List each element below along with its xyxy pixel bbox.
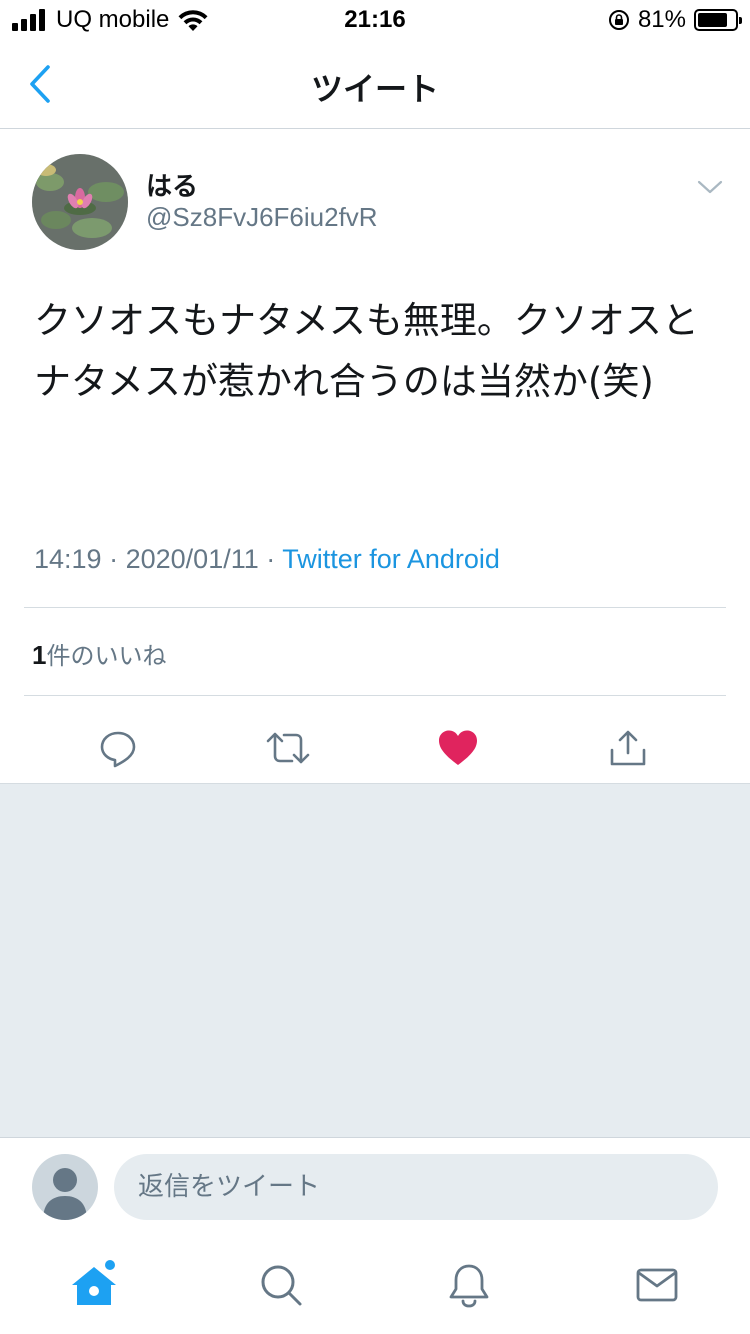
rotation-lock-icon (608, 10, 629, 30)
meta-separator: · (266, 544, 276, 574)
likes-count: 1 (32, 640, 47, 670)
share-button[interactable] (598, 718, 658, 778)
like-button[interactable] (428, 718, 488, 778)
divider (24, 695, 726, 696)
tab-bar (0, 1237, 750, 1334)
page-title: ツイート (310, 70, 439, 108)
reply-input[interactable]: 返信をツイート (114, 1154, 718, 1220)
empty-replies-area (0, 784, 750, 1138)
default-avatar-icon (32, 1154, 98, 1220)
tweet-options-button[interactable] (694, 174, 726, 198)
reply-button[interactable] (88, 718, 148, 778)
tweet-metadata: 14:19 · 2020/01/11 · Twitter for Android (34, 544, 500, 575)
reply-composer-bar: 返信をツイート (0, 1137, 750, 1237)
likes-label: 件のいいね (46, 642, 167, 670)
retweet-icon (266, 732, 310, 764)
tab-notifications[interactable] (443, 1259, 495, 1311)
water-lily-avatar-image (32, 154, 128, 250)
meta-separator: · (109, 544, 119, 574)
battery-icon (694, 9, 742, 31)
bell-icon (449, 1264, 489, 1308)
tweet-time: 14:19 (34, 544, 102, 574)
battery-fill (698, 13, 728, 27)
tweet-source-link[interactable]: Twitter for Android (282, 544, 500, 574)
tab-messages[interactable] (631, 1259, 683, 1311)
status-bar: UQ mobile 21:16 81% (0, 0, 750, 40)
tab-home[interactable] (68, 1259, 120, 1311)
user-display-name[interactable]: はる (146, 166, 198, 203)
comment-icon (100, 731, 136, 768)
avatar[interactable] (32, 154, 128, 250)
navigation-bar: ツイート (0, 40, 750, 129)
heart-icon (439, 730, 477, 765)
tab-search[interactable] (255, 1259, 307, 1311)
envelope-icon (636, 1268, 678, 1302)
chevron-down-icon (697, 180, 723, 194)
tweet-actions (0, 714, 750, 782)
battery-percent: 81% (637, 6, 686, 33)
retweet-button[interactable] (258, 718, 318, 778)
likes-count-row[interactable]: 1件のいいね (32, 636, 166, 671)
divider (24, 607, 726, 608)
home-icon (72, 1260, 116, 1305)
tweet-date: 2020/01/11 (125, 544, 259, 574)
share-icon (610, 730, 646, 766)
tweet-text: クソオスもナタメスも無理。クソオスとナタメスが惹かれ合うのは当然か(笑) (34, 299, 699, 403)
user-handle[interactable]: @Sz8FvJ6F6iu2fvR (146, 202, 378, 233)
search-icon (261, 1265, 302, 1306)
